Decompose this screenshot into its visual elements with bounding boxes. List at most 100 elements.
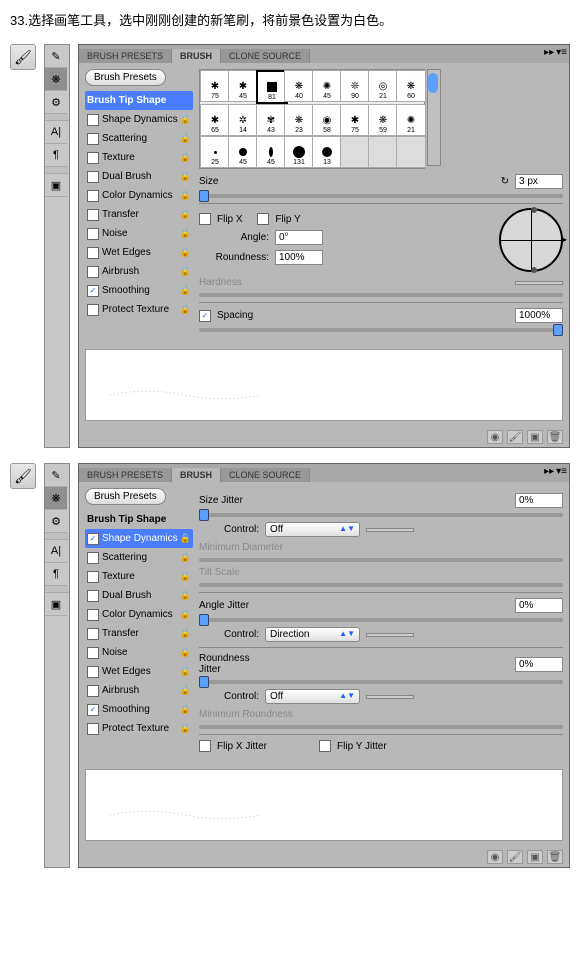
row-protect[interactable]: Protect Texture🔒 (85, 719, 193, 738)
brush-cell[interactable]: ❋40 (284, 70, 314, 102)
row-wet[interactable]: Wet Edges🔒 (85, 662, 193, 681)
row-tip-shape[interactable]: Brush Tip Shape (85, 91, 193, 110)
roundness-jitter-slider[interactable] (199, 680, 563, 684)
size-input[interactable]: 3 px (515, 174, 563, 189)
flipx-checkbox[interactable] (199, 213, 211, 225)
row-dual[interactable]: Dual Brush🔒 (85, 167, 193, 186)
row-texture[interactable]: Texture🔒 (85, 567, 193, 586)
lock-icon[interactable]: 🔒 (180, 114, 191, 125)
tab-presets[interactable]: BRUSH PRESETS (79, 468, 172, 482)
row-scattering[interactable]: Scattering🔒 (85, 129, 193, 148)
lock-icon[interactable]: 🔒 (180, 666, 191, 677)
brush-cell[interactable]: ✱75 (200, 70, 230, 102)
reset-icon[interactable]: ↻ (501, 176, 509, 187)
angle-jitter-slider[interactable] (199, 618, 563, 622)
tab-presets[interactable]: BRUSH PRESETS (79, 49, 172, 63)
row-texture[interactable]: Texture🔒 (85, 148, 193, 167)
footer-trash-icon[interactable]: 🗑 (547, 850, 563, 864)
row-wet[interactable]: Wet Edges🔒 (85, 243, 193, 262)
row-shape-dynamics[interactable]: ✓Shape Dynamics🔒 (85, 529, 193, 548)
row-transfer[interactable]: Transfer🔒 (85, 205, 193, 224)
lock-icon[interactable]: 🔒 (180, 647, 191, 658)
roundness-input[interactable]: 100% (275, 250, 323, 265)
size-slider[interactable] (199, 194, 563, 198)
brush-cell[interactable]: ◉58 (312, 104, 342, 136)
lock-icon[interactable]: 🔒 (180, 209, 191, 220)
footer-brush-icon[interactable]: 🖌 (507, 430, 523, 444)
lock-icon[interactable]: 🔒 (180, 571, 191, 582)
row-smooth[interactable]: ✓Smoothing🔒 (85, 281, 193, 300)
footer-new-icon[interactable]: ▣ (527, 850, 543, 864)
lock-icon[interactable]: 🔒 (180, 628, 191, 639)
tb-3d-icon[interactable]: ▣ (45, 593, 67, 616)
brush-cell[interactable]: ◎21 (368, 70, 398, 102)
brush-tool-icon[interactable]: 🖌 (10, 44, 36, 70)
row-transfer[interactable]: Transfer🔒 (85, 624, 193, 643)
lock-icon[interactable]: 🔒 (180, 190, 191, 201)
spacing-input[interactable]: 1000% (515, 308, 563, 323)
tb-brush-icon[interactable]: ❋ (45, 68, 67, 91)
tb-text-icon[interactable]: A| (45, 540, 67, 563)
round-control-select[interactable]: Off▲▼ (265, 689, 360, 704)
tb-para-icon[interactable]: ¶ (45, 563, 67, 586)
row-color[interactable]: Color Dynamics🔒 (85, 186, 193, 205)
tb-para-icon[interactable]: ¶ (45, 144, 67, 167)
footer-eye-icon[interactable]: ◉ (487, 430, 503, 444)
tab-clone[interactable]: CLONE SOURCE (221, 468, 310, 482)
tb-hand-icon[interactable]: ✎ (45, 45, 67, 68)
row-smooth[interactable]: ✓Smoothing🔒 (85, 700, 193, 719)
brush-cell[interactable]: ❋60 (396, 70, 426, 102)
spacing-slider[interactable] (199, 328, 563, 332)
brush-cell[interactable]: 13 (312, 136, 342, 168)
brush-cell[interactable]: ✾43 (256, 104, 286, 136)
brush-cell[interactable]: 45 (256, 136, 286, 168)
menu-icon[interactable]: ▾≡ (556, 47, 567, 58)
brush-cell[interactable]: ✺45 (312, 70, 342, 102)
roundness-jitter-input[interactable]: 0% (515, 657, 563, 672)
brush-cell[interactable]: ✲14 (228, 104, 258, 136)
lock-icon[interactable]: 🔒 (180, 685, 191, 696)
brush-cell[interactable]: 25 (200, 136, 230, 168)
tb-brush-icon[interactable]: ❋ (45, 487, 67, 510)
lock-icon[interactable]: 🔒 (180, 285, 191, 296)
lock-icon[interactable]: 🔒 (180, 247, 191, 258)
row-shape-dynamics[interactable]: Shape Dynamics🔒 (85, 110, 193, 129)
lock-icon[interactable]: 🔒 (180, 171, 191, 182)
row-color[interactable]: Color Dynamics🔒 (85, 605, 193, 624)
brush-tool-icon[interactable]: 🖌 (10, 463, 36, 489)
collapse-icon[interactable]: ▸▸ (544, 47, 554, 58)
footer-eye-icon[interactable]: ◉ (487, 850, 503, 864)
row-air[interactable]: Airbrush🔒 (85, 262, 193, 281)
flipy-jitter-checkbox[interactable] (319, 740, 331, 752)
angle-jitter-input[interactable]: 0% (515, 598, 563, 613)
footer-new-icon[interactable]: ▣ (527, 430, 543, 444)
brush-cell[interactable]: ❋23 (284, 104, 314, 136)
lock-icon[interactable]: 🔒 (180, 304, 191, 315)
row-noise[interactable]: Noise🔒 (85, 643, 193, 662)
angle-control-select[interactable]: Direction▲▼ (265, 627, 360, 642)
tab-brush[interactable]: BRUSH (172, 49, 221, 63)
tb-3d-icon[interactable]: ▣ (45, 174, 67, 197)
tb-text-icon[interactable]: A| (45, 121, 67, 144)
tb-opts-icon[interactable]: ⚙ (45, 510, 67, 533)
brush-presets-button[interactable]: Brush Presets (85, 69, 166, 86)
brush-cell[interactable]: 45 (228, 136, 258, 168)
lock-icon[interactable]: 🔒 (180, 152, 191, 163)
brush-cell[interactable]: ❋59 (368, 104, 398, 136)
row-air[interactable]: Airbrush🔒 (85, 681, 193, 700)
tab-brush[interactable]: BRUSH (172, 468, 221, 482)
angle-diagram[interactable]: ▸ (499, 208, 563, 272)
lock-icon[interactable]: 🔒 (180, 228, 191, 239)
lock-icon[interactable]: 🔒 (180, 609, 191, 620)
row-scattering[interactable]: Scattering🔒 (85, 548, 193, 567)
flipy-checkbox[interactable] (257, 213, 269, 225)
lock-icon[interactable]: 🔒 (180, 266, 191, 277)
menu-icon[interactable]: ▾≡ (556, 466, 567, 477)
lock-icon[interactable]: 🔒 (180, 723, 191, 734)
tb-hand-icon[interactable]: ✎ (45, 464, 67, 487)
collapse-icon[interactable]: ▸▸ (544, 466, 554, 477)
brush-cell[interactable]: ✱65 (200, 104, 230, 136)
brush-cell[interactable]: ✺21 (396, 104, 426, 136)
footer-brush-icon[interactable]: 🖌 (507, 850, 523, 864)
row-noise[interactable]: Noise🔒 (85, 224, 193, 243)
